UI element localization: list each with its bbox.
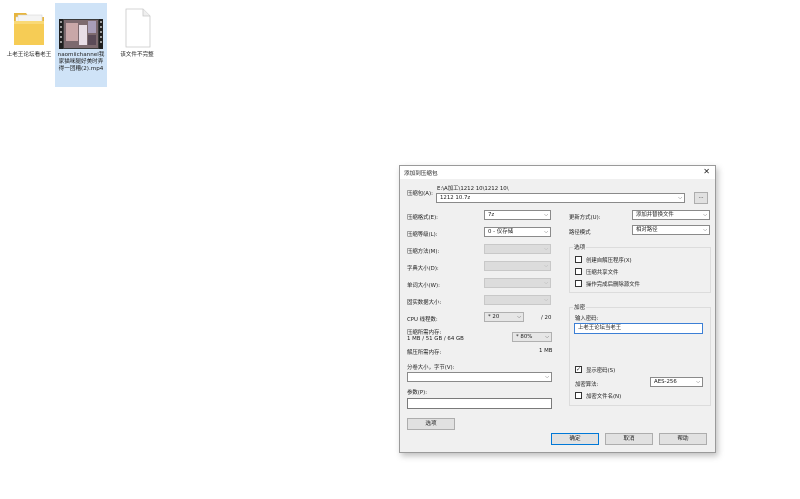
chevron-down-icon: ⌵ bbox=[696, 379, 700, 385]
chevron-down-icon: ⌵ bbox=[544, 263, 548, 269]
desktop-icon-folder[interactable]: 上老王论坛看老王 bbox=[3, 3, 55, 87]
method-label: 压缩方法(M): bbox=[407, 249, 440, 255]
options-button[interactable]: 选项 bbox=[407, 418, 455, 430]
desktop-icon-label: 该文件不完整 bbox=[120, 52, 154, 58]
format-select[interactable]: 7z ⌵ bbox=[484, 210, 551, 220]
password-label: 输入密码: bbox=[575, 316, 599, 322]
add-to-archive-dialog: 添加到压缩包 ✕ 压缩包(A): E:\A加工\1212 10\1212 10\… bbox=[399, 165, 716, 453]
chevron-down-icon: ⌵ bbox=[545, 334, 549, 340]
chevron-down-icon: ⌵ bbox=[544, 229, 548, 235]
dict-label: 字典大小(D): bbox=[407, 266, 439, 272]
close-icon[interactable]: ✕ bbox=[703, 167, 710, 177]
chevron-down-icon: ⌵ bbox=[517, 314, 521, 320]
cpu-threads-select[interactable]: * 20 ⌵ bbox=[484, 312, 524, 322]
level-label: 压缩等级(L): bbox=[407, 232, 438, 238]
chevron-down-icon: ⌵ bbox=[544, 246, 548, 252]
chevron-down-icon: ⌵ bbox=[544, 280, 548, 286]
show-password-checkbox[interactable]: ✓ bbox=[575, 366, 582, 373]
video-thumbnail-icon bbox=[57, 5, 105, 49]
mem-info: 1 MB / 51 GB / 64 GB bbox=[407, 336, 464, 342]
show-password-label: 显示密码(S) bbox=[586, 368, 616, 374]
chevron-down-icon: ⌵ bbox=[703, 212, 707, 218]
word-select: ⌵ bbox=[484, 278, 551, 288]
password-input[interactable]: 上老王论坛当老王 bbox=[574, 323, 703, 334]
update-label: 更新方式(U): bbox=[569, 215, 601, 221]
encryption-group-title: 加密 bbox=[573, 303, 587, 311]
pathmode-value: 相对路径 bbox=[636, 227, 658, 233]
params-label: 参数(P): bbox=[407, 390, 428, 396]
sfx-label: 创建自解压程序(X) bbox=[586, 258, 632, 264]
split-label: 分卷大小，字节(V): bbox=[407, 365, 455, 371]
solid-select: ⌵ bbox=[484, 295, 551, 305]
delete-after-label: 操作完成后删除源文件 bbox=[586, 282, 640, 288]
shared-checkbox[interactable] bbox=[575, 268, 582, 275]
ok-button[interactable]: 确定 bbox=[551, 433, 599, 445]
format-label: 压缩格式(E): bbox=[407, 215, 438, 221]
update-value: 添加并替换文件 bbox=[636, 212, 674, 218]
format-value: 7z bbox=[488, 212, 495, 218]
solid-label: 固实数据大小: bbox=[407, 300, 442, 306]
desktop-icon-video[interactable]: naomiichannel我家猫咪腿好美时弄得一团糟(2).mp4 bbox=[55, 3, 107, 87]
sfx-checkbox[interactable] bbox=[575, 256, 582, 263]
delete-after-checkbox[interactable] bbox=[575, 280, 582, 287]
chevron-down-icon: ⌵ bbox=[544, 212, 548, 218]
decomp-label: 解压所需内存: bbox=[407, 350, 442, 356]
archive-label: 压缩包(A): bbox=[407, 191, 433, 197]
options-group-title: 选项 bbox=[573, 243, 587, 251]
enc-method-label: 加密算法: bbox=[575, 382, 599, 388]
help-button[interactable]: 帮助 bbox=[659, 433, 707, 445]
archive-name-value: 1212 10.7z bbox=[440, 195, 471, 201]
mem-label: 压缩所需内存: bbox=[407, 330, 442, 336]
archive-name-combo[interactable]: 1212 10.7z ⌵ bbox=[436, 193, 685, 203]
decomp-value: 1 MB bbox=[539, 348, 553, 354]
desktop-icon-file[interactable]: 该文件不完整 bbox=[111, 3, 163, 87]
title-bar: 添加到压缩包 ✕ bbox=[400, 166, 715, 179]
desktop-icon-label: 上老王论坛看老王 bbox=[6, 52, 52, 58]
mem-percent-value: * 80% bbox=[516, 334, 533, 340]
cpu-total: / 20 bbox=[541, 315, 552, 321]
shared-label: 压缩共享文件 bbox=[586, 270, 619, 276]
chevron-down-icon: ⌵ bbox=[545, 374, 549, 380]
blank-file-icon bbox=[118, 5, 156, 49]
enc-method-select[interactable]: AES-256 ⌵ bbox=[650, 377, 703, 387]
dict-select: ⌵ bbox=[484, 261, 551, 271]
chevron-down-icon: ⌵ bbox=[678, 195, 682, 201]
word-label: 单词大小(W): bbox=[407, 283, 440, 289]
params-input[interactable] bbox=[407, 398, 552, 409]
browse-button[interactable]: ... bbox=[694, 192, 708, 204]
pathmode-label: 路径模式 bbox=[569, 230, 591, 236]
cancel-button[interactable]: 取消 bbox=[605, 433, 653, 445]
encrypt-names-checkbox[interactable] bbox=[575, 392, 582, 399]
level-value: 0 - 仅存储 bbox=[488, 229, 513, 235]
level-select[interactable]: 0 - 仅存储 ⌵ bbox=[484, 227, 551, 237]
chevron-down-icon: ⌵ bbox=[703, 227, 707, 233]
update-mode-select[interactable]: 添加并替换文件 ⌵ bbox=[632, 210, 710, 220]
folder-icon bbox=[10, 5, 48, 49]
mem-percent-select[interactable]: * 80% ⌵ bbox=[512, 332, 552, 342]
pathmode-select[interactable]: 相对路径 ⌵ bbox=[632, 225, 710, 235]
dialog-title: 添加到压缩包 bbox=[404, 171, 438, 177]
split-size-combo[interactable]: ⌵ bbox=[407, 372, 552, 382]
encrypt-names-label: 加密文件名(N) bbox=[586, 394, 622, 400]
cpu-value: * 20 bbox=[488, 314, 500, 320]
enc-method-value: AES-256 bbox=[654, 379, 677, 385]
desktop-icon-label: naomiichannel我家猫咪腿好美时弄得一团糟(2).mp4 bbox=[57, 52, 105, 72]
cpu-label: CPU 线程数: bbox=[407, 317, 438, 323]
chevron-down-icon: ⌵ bbox=[544, 297, 548, 303]
archive-path: E:\A加工\1212 10\1212 10\ bbox=[437, 186, 509, 192]
method-select: ⌵ bbox=[484, 244, 551, 254]
